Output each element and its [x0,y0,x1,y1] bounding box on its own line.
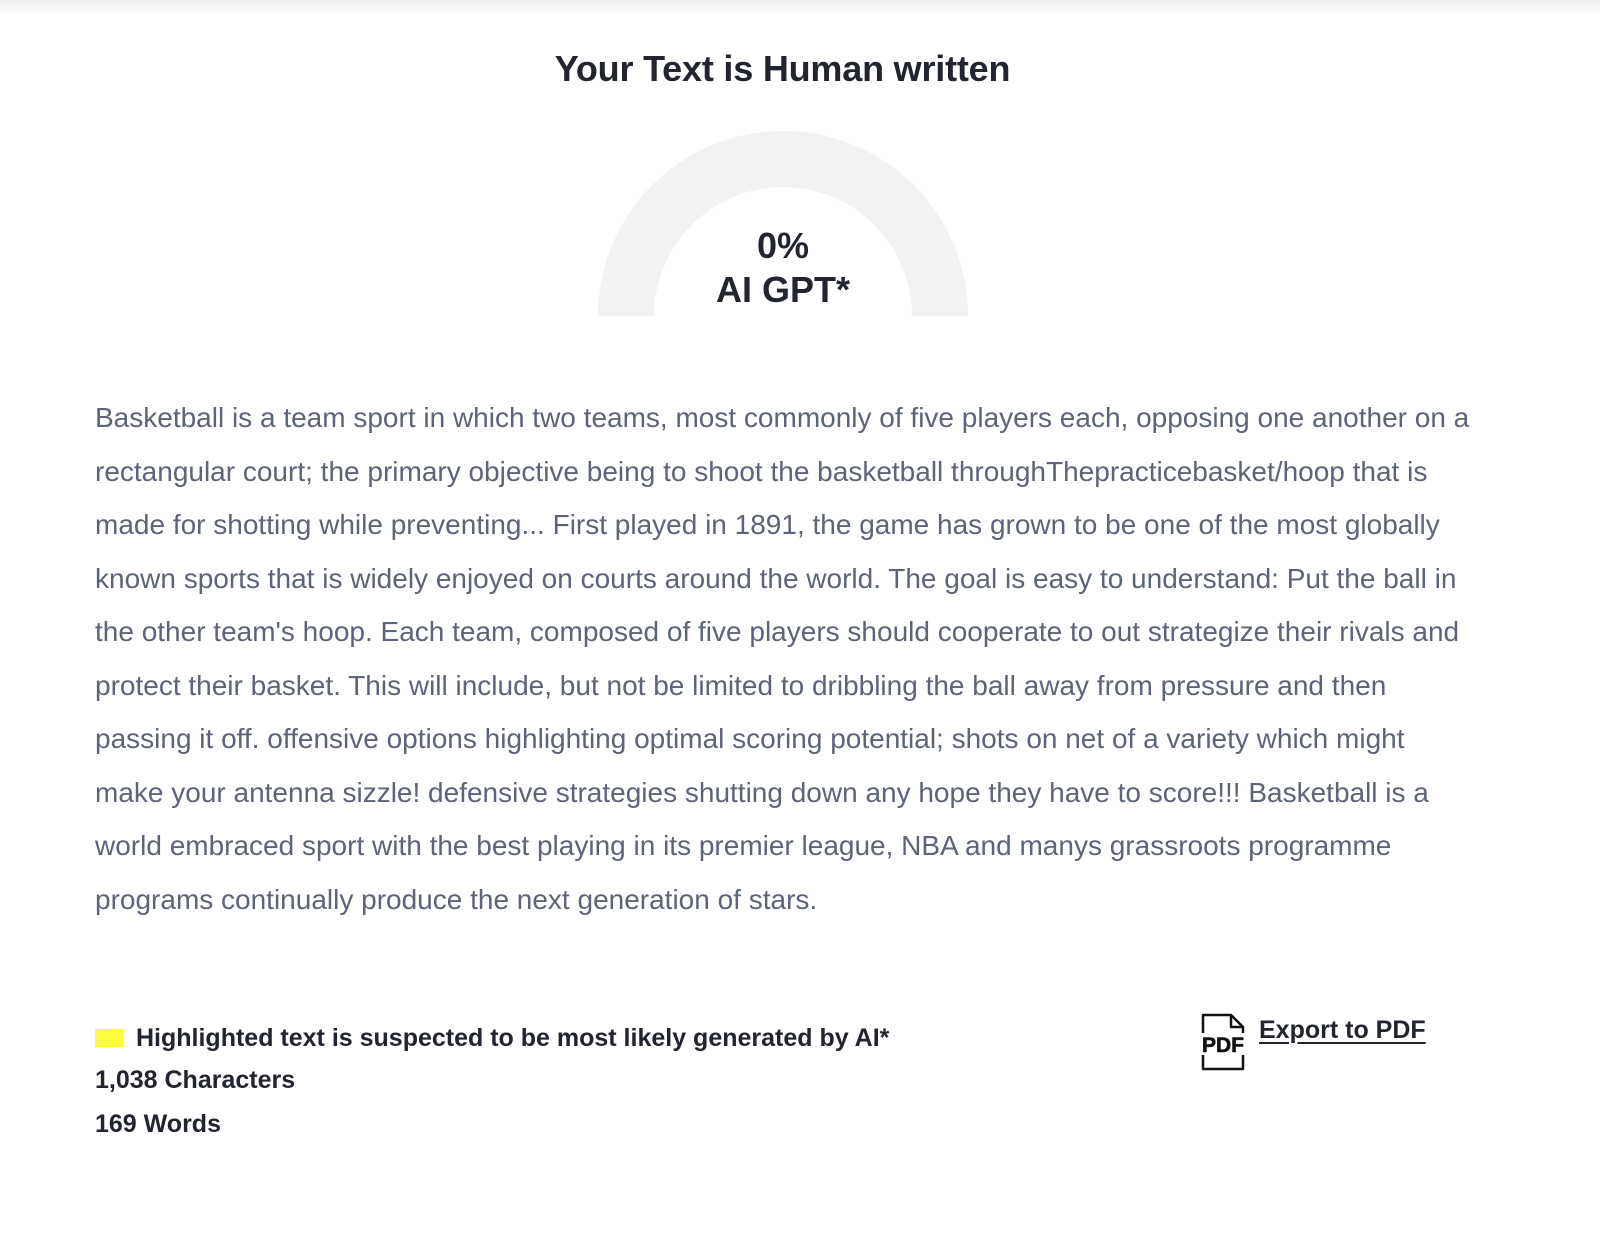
pdf-file-icon: PDF [1197,1013,1249,1071]
gauge-value: 0% [756,225,810,266]
export-pdf-link[interactable]: Export to PDF [1259,1016,1426,1045]
word-count: 169 Words [95,1110,221,1138]
result-card: Your Text is Human written 0% AI GPT* Ba… [0,0,1600,1258]
pdf-icon-text: PDF [1202,1034,1244,1057]
legend-text: Highlighted text is suspected to be most… [136,1023,890,1052]
export-pdf-button[interactable]: PDF Export to PDF [1197,1013,1426,1073]
result-title: Your Text is Human written [554,48,1011,89]
analyzed-text: Basketball is a team sport in which two … [95,402,1470,915]
gauge-label: AI GPT* [715,269,850,310]
highlight-legend: Highlighted text is suspected to be most… [95,1018,889,1058]
highlight-swatch [95,1029,123,1047]
character-count: 1,038 Characters [95,1066,296,1094]
